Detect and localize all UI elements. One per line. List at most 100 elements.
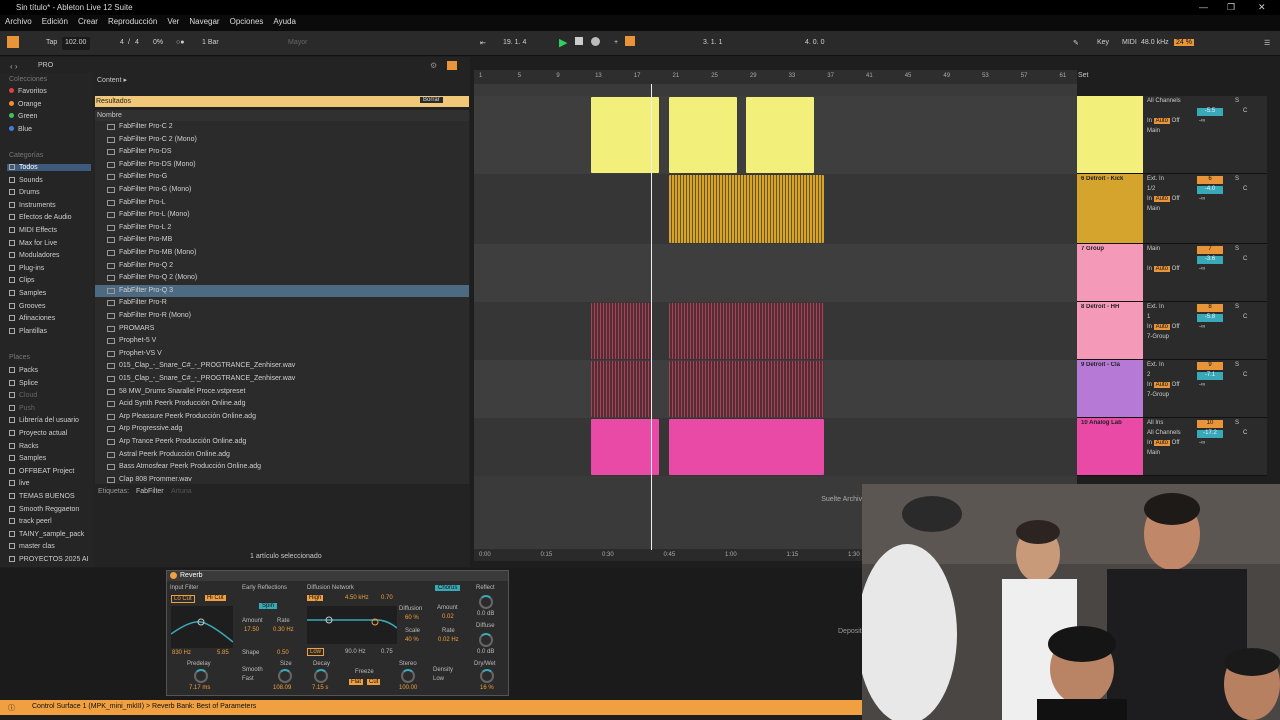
close-icon[interactable]: ✕ bbox=[1258, 2, 1266, 13]
set-button[interactable]: Set bbox=[1078, 72, 1104, 82]
track-header[interactable]: All Channels -5.5 In Auto Off Main S C -∞ bbox=[1077, 96, 1267, 174]
list-item[interactable]: FabFilter Pro-MB (Mono) bbox=[95, 247, 469, 259]
category-2[interactable]: Drums bbox=[9, 189, 40, 196]
track-lane[interactable] bbox=[474, 302, 1077, 360]
category-6[interactable]: Max for Live bbox=[9, 239, 57, 247]
record-button[interactable] bbox=[591, 37, 600, 46]
audio-clip[interactable] bbox=[669, 175, 824, 243]
track-header[interactable]: 9 Detroit - Cla Ext. In 2 9 -7.1 In Auto Off 7… bbox=[1077, 360, 1267, 418]
low-value[interactable]: 0.75 bbox=[381, 649, 393, 655]
scale-select[interactable]: Mayor bbox=[288, 39, 307, 46]
collection-orange[interactable]: Orange bbox=[9, 100, 41, 108]
place-10[interactable]: TEMAS BUENOS bbox=[9, 493, 75, 500]
high-value[interactable]: 0.70 bbox=[381, 595, 393, 601]
filter-icon[interactable] bbox=[447, 61, 457, 70]
place-5[interactable]: Proyecto actual bbox=[9, 430, 67, 437]
track-input[interactable]: Ext. In bbox=[1147, 176, 1164, 182]
place-1[interactable]: Splice bbox=[9, 379, 38, 387]
menu-item-opciones[interactable]: Opciones bbox=[225, 15, 269, 28]
place-13[interactable]: TAINY_sample_pack bbox=[9, 530, 84, 538]
track-volume[interactable]: -17.2 bbox=[1197, 430, 1223, 438]
track-lane[interactable] bbox=[474, 244, 1077, 302]
list-item[interactable]: FabFilter Pro-Q 2 (Mono) bbox=[95, 272, 469, 284]
menu-item-archivo[interactable]: Archivo bbox=[0, 15, 37, 28]
hicut-button[interactable]: Hi Cut bbox=[205, 595, 226, 601]
track-input[interactable]: Ext. In bbox=[1147, 362, 1164, 368]
stereo-value[interactable]: 100.00 bbox=[399, 685, 417, 691]
key-map-button[interactable]: Key bbox=[1097, 39, 1109, 46]
track-header[interactable]: 7 Group Main 7 -3.6 In Auto Off S C -∞ bbox=[1077, 244, 1267, 302]
category-9[interactable]: Clips bbox=[9, 277, 35, 284]
shape-value[interactable]: 0.50 bbox=[277, 650, 289, 656]
loop-length[interactable]: 4. 0. 0 bbox=[805, 39, 824, 46]
time-signature-den[interactable]: 4 bbox=[135, 39, 139, 46]
midi-map-button[interactable]: MIDI bbox=[1122, 39, 1137, 46]
device-title-bar[interactable]: Reverb bbox=[167, 571, 508, 581]
list-item[interactable]: FabFilter Pro-L (Mono) bbox=[95, 209, 469, 221]
track-number[interactable]: 7 bbox=[1197, 246, 1223, 254]
stereo-knob[interactable] bbox=[401, 669, 415, 683]
track-lane[interactable] bbox=[474, 174, 1077, 244]
list-item[interactable]: FabFilter Pro-C 2 (Mono) bbox=[95, 134, 469, 146]
track-route[interactable]: 7-Group bbox=[1147, 392, 1169, 398]
list-item[interactable]: Arp Trance Peerk Producción Online.adg bbox=[95, 436, 469, 448]
track-number[interactable]: 9 bbox=[1197, 362, 1223, 370]
list-item[interactable]: Astral Peerk Producción Online.adg bbox=[95, 449, 469, 461]
view-toggle-icon[interactable] bbox=[7, 36, 19, 48]
track-volume[interactable]: -4.0 bbox=[1197, 186, 1223, 194]
category-1[interactable]: Sounds bbox=[9, 176, 43, 184]
list-item[interactable]: FabFilter Pro-Q 3 bbox=[95, 284, 469, 297]
category-5[interactable]: MIDI Effects bbox=[9, 227, 57, 234]
high-button[interactable]: High bbox=[307, 595, 324, 601]
automation-arm-icon[interactable] bbox=[625, 36, 635, 46]
category-11[interactable]: Grooves bbox=[9, 302, 45, 310]
list-item[interactable]: FabFilter Pro-MB bbox=[95, 234, 469, 246]
overdub-icon[interactable]: + bbox=[614, 39, 618, 46]
chorus-amount[interactable]: 0.02 bbox=[442, 614, 454, 620]
er-amount[interactable]: 17.50 bbox=[244, 627, 259, 633]
diffusion-value[interactable]: 60 % bbox=[405, 615, 419, 621]
track-sub[interactable]: 2 bbox=[1147, 372, 1150, 378]
spin-button[interactable]: Spin bbox=[259, 603, 278, 609]
menu-item-ver[interactable]: Ver bbox=[162, 15, 184, 28]
filter-width[interactable]: 5.85 bbox=[217, 650, 229, 656]
decay-knob[interactable] bbox=[314, 669, 328, 683]
low-freq[interactable]: 90.0 Hz bbox=[345, 649, 366, 655]
list-item[interactable]: Bass Atmosfear Peerk Producción Online.a… bbox=[95, 461, 469, 473]
track-number[interactable]: 6 bbox=[1197, 176, 1223, 184]
track-route[interactable]: 7-Group bbox=[1147, 334, 1169, 340]
audio-clip[interactable] bbox=[591, 361, 651, 417]
category-7[interactable]: Moduladores bbox=[9, 252, 59, 259]
chorus-button[interactable]: Chorus bbox=[435, 585, 461, 591]
audio-clip[interactable] bbox=[746, 97, 814, 173]
scale-value[interactable]: 40 % bbox=[405, 637, 419, 643]
chorus-rate[interactable]: 0.02 Hz bbox=[438, 637, 459, 643]
groove-amount[interactable]: 0% bbox=[153, 39, 163, 46]
track-input[interactable]: All Channels bbox=[1147, 98, 1181, 104]
collection-favoritos[interactable]: Favoritos bbox=[9, 88, 47, 95]
category-13[interactable]: Plantillas bbox=[9, 327, 47, 335]
list-item[interactable]: FabFilter Pro-C 2 bbox=[95, 121, 469, 133]
track-volume[interactable]: -7.1 bbox=[1197, 372, 1223, 380]
tag-arturia[interactable]: Arturia bbox=[171, 488, 192, 495]
quantize-select[interactable]: 1 Bar bbox=[202, 39, 219, 46]
list-item[interactable]: FabFilter Pro-G bbox=[95, 171, 469, 183]
density-select[interactable]: Low bbox=[433, 676, 444, 682]
drywet-knob[interactable] bbox=[480, 669, 494, 683]
place-12[interactable]: track peerl bbox=[9, 518, 52, 525]
track-route[interactable]: Main bbox=[1147, 128, 1160, 134]
stop-button[interactable] bbox=[575, 37, 583, 45]
list-item[interactable]: Arp Pleassure Peerk Producción Online.ad… bbox=[95, 411, 469, 423]
tap-button[interactable]: Tap bbox=[46, 39, 57, 46]
locut-button[interactable]: Lo Cut bbox=[171, 595, 195, 603]
filter-freq[interactable]: 830 Hz bbox=[172, 650, 191, 656]
place-4[interactable]: Librería del usuario bbox=[9, 417, 79, 424]
list-item[interactable]: 015_Clap_-_Snare_C#_-_PROGTRANCE_Zenhise… bbox=[95, 360, 469, 372]
metronome-icon[interactable]: ○● bbox=[176, 39, 184, 46]
list-item[interactable]: 58 MW_Drums Snarallel Proce.vstpreset bbox=[95, 386, 469, 398]
cut-button[interactable]: Cut bbox=[367, 679, 381, 685]
low-button[interactable]: Low bbox=[307, 648, 325, 656]
list-item[interactable]: PROMARS bbox=[95, 323, 469, 335]
audio-clip[interactable] bbox=[669, 361, 824, 417]
follow-icon[interactable]: ⇤ bbox=[480, 39, 486, 47]
